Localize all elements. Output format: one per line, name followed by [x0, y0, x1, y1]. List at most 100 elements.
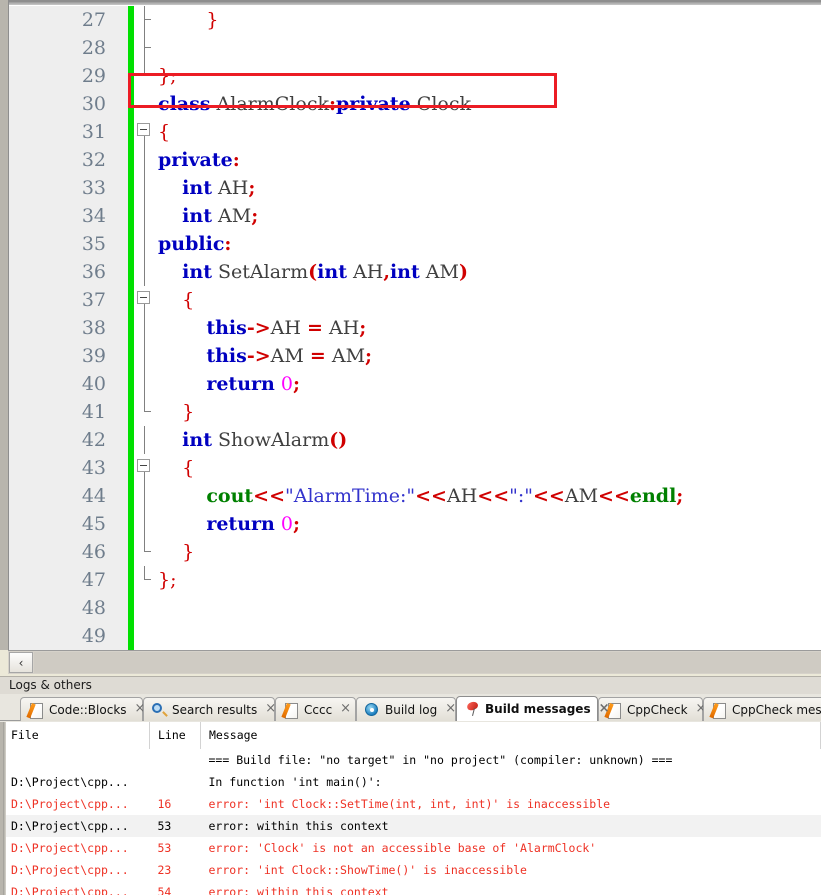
- code-line[interactable]: 42 int ShowAlarm(): [9, 426, 821, 454]
- code-line[interactable]: 46 }: [9, 538, 821, 566]
- table-row[interactable]: D:\Project\cpp...53error: within this co…: [3, 815, 821, 837]
- fold-collapse-icon[interactable]: [137, 459, 150, 472]
- table-row[interactable]: === Build file: "no target" in "no proje…: [3, 749, 821, 771]
- code-line[interactable]: 36 int SetAlarm(int AH,int AM): [9, 258, 821, 286]
- tab-build-log[interactable]: Build log×: [356, 697, 456, 721]
- tab-build-messages[interactable]: Build messages×: [456, 696, 598, 721]
- fold-margin[interactable]: [134, 174, 156, 202]
- code-text[interactable]: {: [156, 118, 821, 146]
- fold-margin[interactable]: [134, 482, 156, 510]
- code-line[interactable]: 31{: [9, 118, 821, 146]
- build-messages-list[interactable]: File Line Message === Build file: "no ta…: [0, 722, 821, 895]
- close-icon[interactable]: ×: [340, 703, 351, 716]
- code-text[interactable]: int AM;: [156, 202, 821, 230]
- fold-collapse-icon[interactable]: [137, 123, 150, 136]
- code-line[interactable]: 41 }: [9, 398, 821, 426]
- breakpoint-gutter[interactable]: [114, 622, 128, 650]
- breakpoint-gutter[interactable]: [114, 174, 128, 202]
- code-text[interactable]: int SetAlarm(int AH,int AM): [156, 258, 821, 286]
- fold-margin[interactable]: [134, 34, 156, 62]
- breakpoint-gutter[interactable]: [114, 482, 128, 510]
- fold-margin[interactable]: [134, 230, 156, 258]
- code-text[interactable]: }: [156, 538, 821, 566]
- code-line[interactable]: 32private:: [9, 146, 821, 174]
- code-line[interactable]: 39 this->AM = AM;: [9, 342, 821, 370]
- code-line[interactable]: 33 int AH;: [9, 174, 821, 202]
- code-text[interactable]: {: [156, 286, 821, 314]
- fold-margin[interactable]: [134, 426, 156, 454]
- breakpoint-gutter[interactable]: [114, 510, 128, 538]
- tab-code-blocks[interactable]: Code::Blocks×: [20, 697, 143, 721]
- scroll-left-arrow-icon[interactable]: ‹: [9, 652, 33, 673]
- fold-collapse-icon[interactable]: [137, 291, 150, 304]
- breakpoint-gutter[interactable]: [114, 566, 128, 594]
- fold-margin[interactable]: [134, 286, 156, 314]
- fold-margin[interactable]: [134, 314, 156, 342]
- tab-cppcheck[interactable]: CppCheck×: [598, 697, 703, 721]
- code-text[interactable]: [156, 622, 821, 650]
- code-text[interactable]: cout<<"AlarmTime:"<<AH<<":"<<AM<<endl;: [156, 482, 821, 510]
- tab-cccc[interactable]: Cccc×: [275, 697, 356, 721]
- column-header-line[interactable]: Line: [150, 722, 201, 749]
- code-line[interactable]: 37 {: [9, 286, 821, 314]
- code-text[interactable]: return 0;: [156, 510, 821, 538]
- code-line[interactable]: 49: [9, 622, 821, 650]
- breakpoint-gutter[interactable]: [114, 286, 128, 314]
- breakpoint-gutter[interactable]: [114, 202, 128, 230]
- tab-cppcheck-message[interactable]: CppCheck message: [703, 697, 821, 721]
- breakpoint-gutter[interactable]: [114, 90, 128, 118]
- code-text[interactable]: }: [156, 6, 821, 34]
- code-line[interactable]: 44 cout<<"AlarmTime:"<<AH<<":"<<AM<<endl…: [9, 482, 821, 510]
- code-line[interactable]: 47};: [9, 566, 821, 594]
- editor-horizontal-scrollbar[interactable]: ‹: [8, 650, 821, 674]
- breakpoint-gutter[interactable]: [114, 398, 128, 426]
- table-row[interactable]: D:\Project\cpp...In function 'int main()…: [3, 771, 821, 793]
- code-text[interactable]: this->AM = AM;: [156, 342, 821, 370]
- fold-margin[interactable]: [134, 566, 156, 594]
- code-text[interactable]: }: [156, 398, 821, 426]
- breakpoint-gutter[interactable]: [114, 258, 128, 286]
- code-line[interactable]: 35public:: [9, 230, 821, 258]
- code-line[interactable]: 45 return 0;: [9, 510, 821, 538]
- fold-margin[interactable]: [134, 90, 156, 118]
- code-line[interactable]: 29};: [9, 62, 821, 90]
- table-row[interactable]: D:\Project\cpp...53error: 'Clock' is not…: [3, 837, 821, 859]
- column-header-file[interactable]: File: [3, 722, 150, 749]
- code-line[interactable]: 34 int AM;: [9, 202, 821, 230]
- fold-margin[interactable]: [134, 538, 156, 566]
- breakpoint-gutter[interactable]: [114, 6, 128, 34]
- code-line[interactable]: 48: [9, 594, 821, 622]
- table-row[interactable]: D:\Project\cpp...16error: 'int Clock::Se…: [3, 793, 821, 815]
- close-icon[interactable]: ×: [599, 703, 610, 716]
- code-text[interactable]: int ShowAlarm(): [156, 426, 821, 454]
- breakpoint-gutter[interactable]: [114, 454, 128, 482]
- breakpoint-gutter[interactable]: [114, 118, 128, 146]
- column-header-message[interactable]: Message: [201, 722, 821, 749]
- code-line[interactable]: 43 {: [9, 454, 821, 482]
- fold-margin[interactable]: [134, 342, 156, 370]
- table-row[interactable]: D:\Project\cpp...54error: within this co…: [3, 881, 821, 895]
- code-text[interactable]: };: [156, 62, 821, 90]
- fold-margin[interactable]: [134, 622, 156, 650]
- code-line[interactable]: 28: [9, 34, 821, 62]
- fold-margin[interactable]: [134, 370, 156, 398]
- breakpoint-gutter[interactable]: [114, 538, 128, 566]
- code-scroll-area[interactable]: 27 }2829};30class AlarmClock:private Clo…: [9, 6, 821, 650]
- code-line[interactable]: 38 this->AH = AH;: [9, 314, 821, 342]
- fold-margin[interactable]: [134, 258, 156, 286]
- code-text[interactable]: };: [156, 566, 821, 594]
- fold-margin[interactable]: [134, 62, 156, 90]
- close-icon[interactable]: ×: [445, 703, 456, 716]
- fold-margin[interactable]: [134, 118, 156, 146]
- code-line[interactable]: 27 }: [9, 6, 821, 34]
- code-text[interactable]: return 0;: [156, 370, 821, 398]
- fold-margin[interactable]: [134, 202, 156, 230]
- code-text[interactable]: this->AH = AH;: [156, 314, 821, 342]
- fold-margin[interactable]: [134, 146, 156, 174]
- code-text[interactable]: public:: [156, 230, 821, 258]
- code-text[interactable]: {: [156, 454, 821, 482]
- code-text[interactable]: private:: [156, 146, 821, 174]
- breakpoint-gutter[interactable]: [114, 62, 128, 90]
- code-text[interactable]: [156, 594, 821, 622]
- breakpoint-gutter[interactable]: [114, 426, 128, 454]
